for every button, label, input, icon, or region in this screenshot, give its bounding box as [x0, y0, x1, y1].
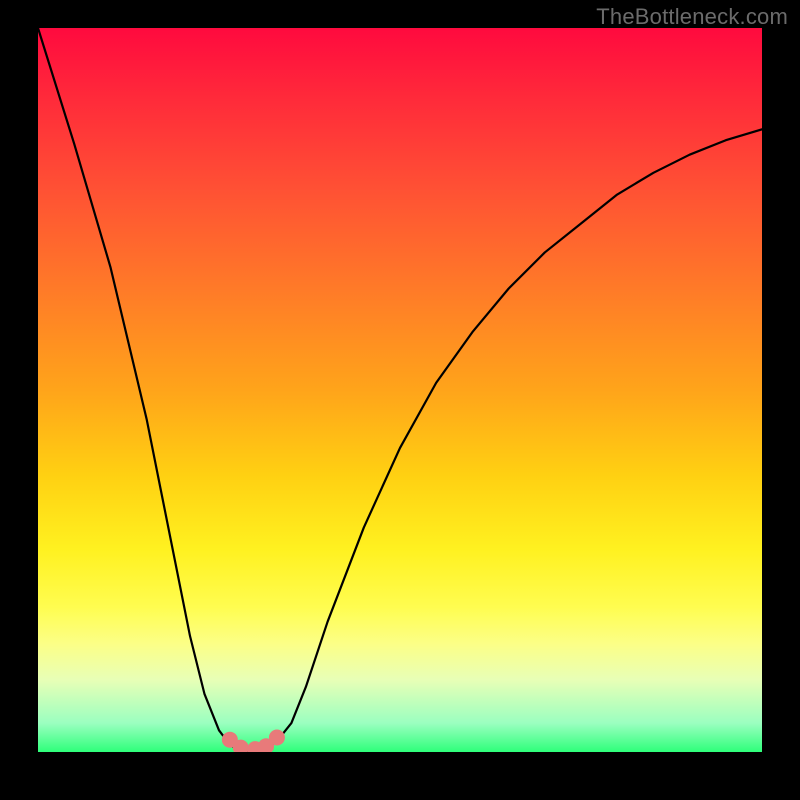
chart-frame: TheBottleneck.com: [0, 0, 800, 800]
curve-marker: [269, 730, 285, 746]
plot-area: [38, 28, 762, 752]
chart-svg: [38, 28, 762, 752]
watermark-text: TheBottleneck.com: [596, 4, 788, 30]
marker-group: [222, 730, 285, 752]
bottleneck-curve: [38, 28, 762, 752]
